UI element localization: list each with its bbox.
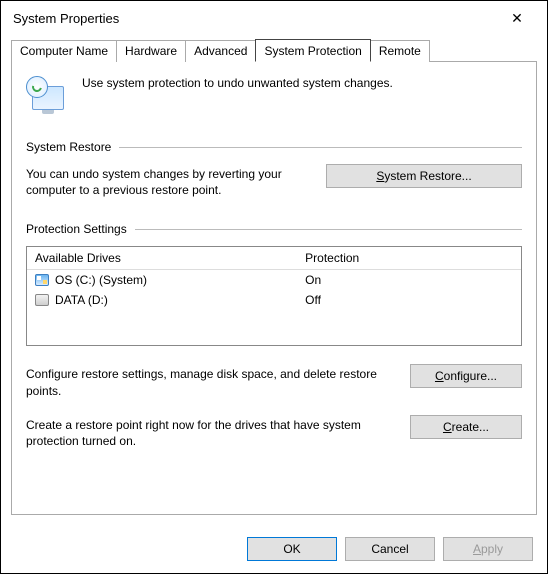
system-protection-icon [26,76,70,120]
section-system-restore: System Restore [26,140,522,154]
divider [119,147,522,148]
section-protection-settings: Protection Settings [26,222,522,236]
restore-row: You can undo system changes by reverting… [26,164,522,198]
create-desc: Create a restore point right now for the… [26,415,396,449]
drive-os-icon [35,274,49,286]
drive-hdd-icon [35,294,49,306]
intro-text: Use system protection to undo unwanted s… [82,76,393,90]
drives-table: Available Drives Protection OS (C:) (Sys… [26,246,522,346]
tab-remote[interactable]: Remote [370,40,430,62]
table-header: Available Drives Protection [27,247,521,270]
configure-row: Configure restore settings, manage disk … [26,364,522,398]
divider [135,229,522,230]
col-drives: Available Drives [35,251,305,265]
tab-panel: Use system protection to undo unwanted s… [11,61,537,515]
drive-label: OS (C:) (System) [55,273,147,287]
tab-strip: Computer Name Hardware Advanced System P… [11,40,537,62]
configure-desc: Configure restore settings, manage disk … [26,364,396,398]
dialog-footer: OK Cancel Apply [1,529,547,573]
configure-button[interactable]: Configure... [410,364,522,388]
title-bar: System Properties ✕ [1,1,547,35]
cancel-button[interactable]: Cancel [345,537,435,561]
tab-system-protection[interactable]: System Protection [255,39,370,62]
drive-label: DATA (D:) [55,293,108,307]
create-row: Create a restore point right now for the… [26,415,522,449]
ok-button[interactable]: OK [247,537,337,561]
apply-button[interactable]: Apply [443,537,533,561]
col-protection: Protection [305,251,513,265]
tab-advanced[interactable]: Advanced [185,40,256,62]
restore-desc: You can undo system changes by reverting… [26,164,312,198]
section-heading: System Restore [26,140,111,154]
table-row[interactable]: DATA (D:) Off [27,290,521,310]
content-area: Computer Name Hardware Advanced System P… [1,35,547,529]
tab-computer-name[interactable]: Computer Name [11,40,117,62]
drive-protection: Off [305,293,513,307]
intro-row: Use system protection to undo unwanted s… [26,76,522,120]
tab-hardware[interactable]: Hardware [116,40,186,62]
system-restore-button[interactable]: System Restore... [326,164,522,188]
close-icon[interactable]: ✕ [497,4,537,32]
section-heading: Protection Settings [26,222,127,236]
create-button[interactable]: Create... [410,415,522,439]
table-row[interactable]: OS (C:) (System) On [27,270,521,290]
drive-protection: On [305,273,513,287]
window-title: System Properties [13,11,119,26]
